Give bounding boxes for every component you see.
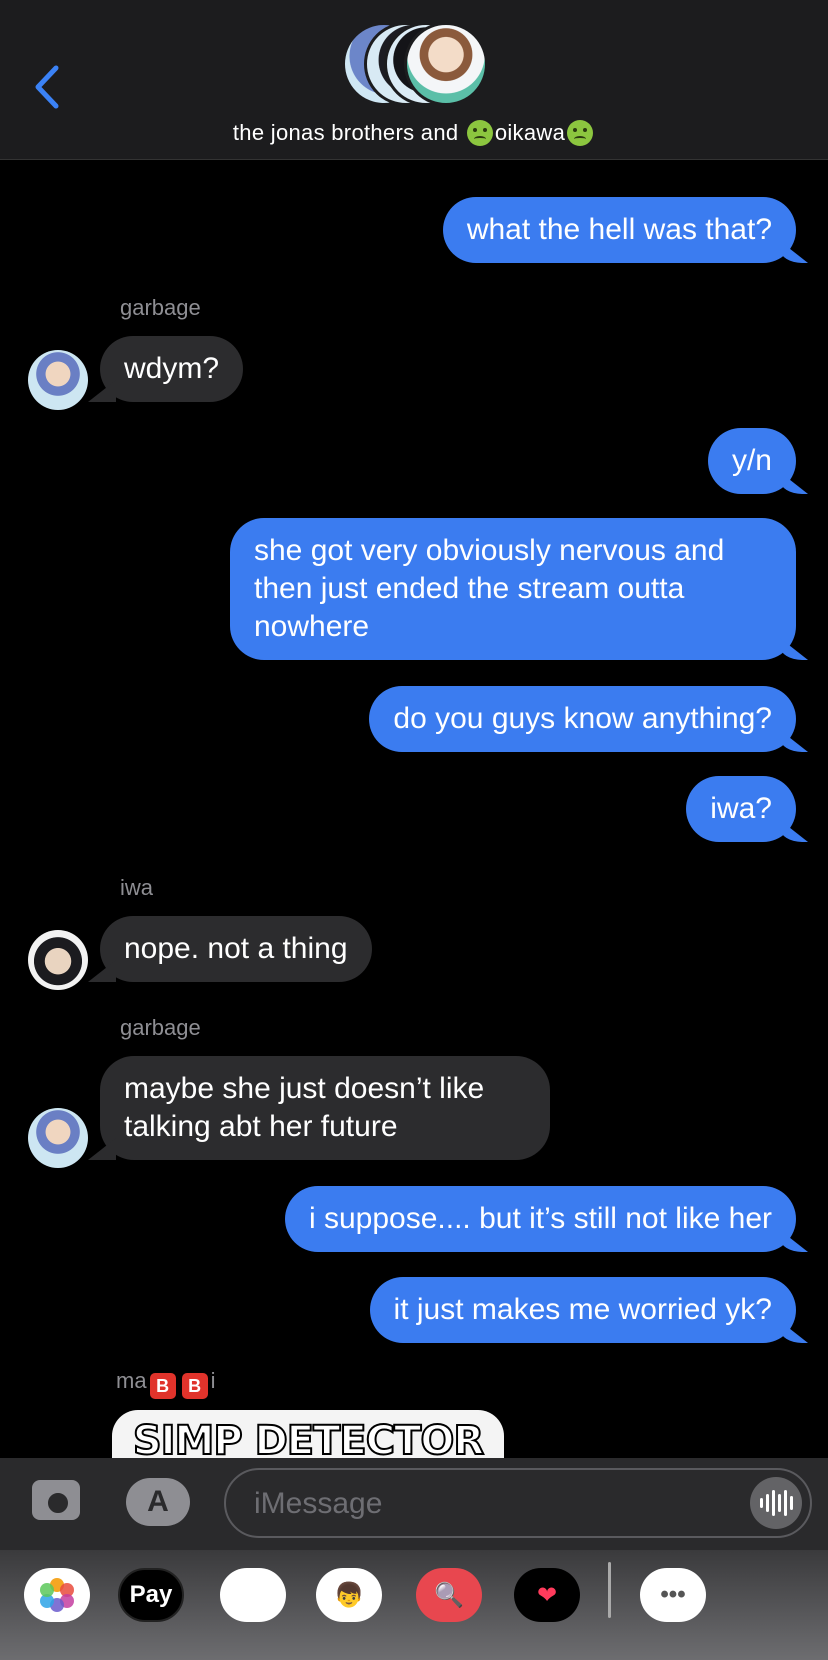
back-chevron-icon[interactable]	[30, 62, 64, 112]
audio-message-icon[interactable]	[750, 1477, 802, 1529]
app-store-icon[interactable]: A	[126, 1478, 190, 1526]
nauseated-face-icon	[466, 120, 493, 146]
sender-name: garbage	[120, 295, 201, 320]
message-input[interactable]	[254, 1482, 714, 1526]
sender-name: ma B Bi	[116, 1368, 215, 1399]
b-button-emoji: B	[181, 1373, 208, 1399]
avatar[interactable]	[28, 930, 88, 990]
avatar[interactable]	[28, 1108, 88, 1168]
avatar[interactable]	[28, 350, 88, 410]
b-button-emoji: B	[149, 1373, 176, 1399]
message-field[interactable]	[224, 1468, 812, 1538]
sender-name: garbage	[120, 1015, 201, 1040]
group-avatars[interactable]	[342, 22, 492, 108]
incoming-message[interactable]: wdym?	[100, 336, 244, 402]
app-drawer: Pay 🐵 👦 🔍 ❤ •••	[0, 1550, 828, 1660]
digital-touch-app-icon[interactable]: ❤	[514, 1568, 580, 1622]
outgoing-message[interactable]: i suppose.... but it’s still not like he…	[284, 1186, 796, 1252]
photos-app-icon[interactable]	[24, 1568, 90, 1622]
camera-icon[interactable]	[32, 1480, 80, 1520]
sender-name: iwa	[120, 875, 154, 900]
incoming-message[interactable]: maybe she just doesn’t like talking abt …	[100, 1056, 550, 1160]
outgoing-message[interactable]: she got very obviously nervous and then …	[230, 518, 796, 660]
more-apps-icon[interactable]: •••	[640, 1568, 706, 1622]
web-search-app-icon[interactable]: 🔍	[416, 1568, 482, 1622]
incoming-message[interactable]: nope. not a thing	[100, 916, 372, 982]
animoji-app-icon[interactable]: 🐵	[220, 1568, 286, 1622]
outgoing-message[interactable]: what the hell was that?	[442, 197, 796, 263]
conversation-header: the jonas brothers and oikawa	[0, 0, 828, 160]
memoji-app-icon[interactable]: 👦	[316, 1568, 382, 1622]
group-title[interactable]: the jonas brothers and oikawa	[0, 120, 828, 146]
nauseated-face-icon	[567, 120, 594, 146]
apple-pay-app-icon[interactable]: Pay	[118, 1568, 184, 1622]
outgoing-message[interactable]: do you guys know anything?	[369, 686, 796, 752]
avatar	[404, 22, 488, 106]
outgoing-message[interactable]: y/n	[707, 428, 796, 494]
message-input-bar: A	[0, 1458, 828, 1550]
photos-icon	[40, 1578, 74, 1612]
divider	[608, 1562, 611, 1618]
outgoing-message[interactable]: it just makes me worried yk?	[369, 1277, 796, 1343]
outgoing-message[interactable]: iwa?	[686, 776, 796, 842]
